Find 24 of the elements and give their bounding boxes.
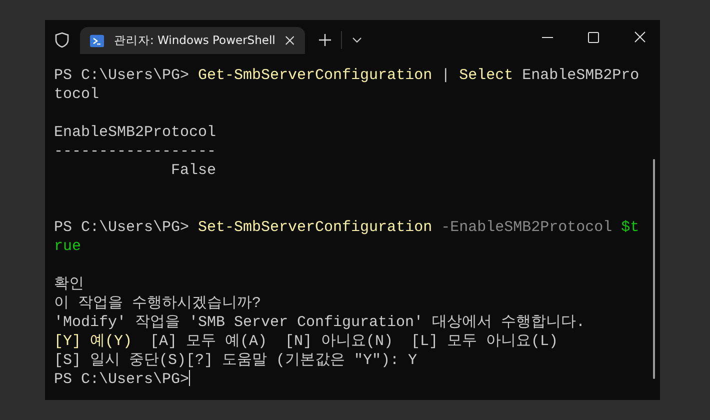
terminal-tab[interactable]: 관리자: Windows PowerShell — [80, 27, 305, 54]
maximize-icon[interactable] — [588, 32, 599, 42]
console-line: 이 작업을 수행하시겠습니까? — [54, 294, 262, 313]
console-line: 'Modify' 작업을 'SMB Server Configuration' 대상에서 수행합니다. — [54, 313, 586, 332]
close-icon[interactable] — [285, 35, 295, 46]
chevron-down-icon[interactable] — [352, 37, 362, 43]
console-line: EnableSMB2Protocol — [54, 123, 218, 142]
console-line: rue — [54, 237, 82, 256]
minimize-icon[interactable] — [542, 36, 553, 38]
console-line: PS C:\Users\PG> Set-SmbServerConfiguration -EnableSMB2Protocol $t — [54, 218, 640, 237]
console-line: ------------------ — [54, 142, 218, 161]
tab-title: 관리자: Windows PowerShell — [114, 33, 276, 48]
plus-icon[interactable] — [319, 34, 331, 46]
close-icon[interactable] — [634, 31, 646, 43]
console-line: PS C:\Users\PG> Get-SmbServerConfiguration | Select EnableSMB2Pro — [54, 66, 640, 85]
console-line: [Y] 예(Y) [A] 모두 예(A) [N] 아니요(N) [L] 모두 아니요(L) — [54, 332, 560, 351]
console-line: PS C:\Users\PG> — [54, 370, 192, 389]
console-line: 확인 — [54, 275, 85, 294]
shield-icon[interactable] — [55, 32, 69, 48]
powershell-icon — [90, 34, 104, 48]
console-line: tocol — [54, 85, 100, 104]
console-line: False — [170, 161, 218, 180]
scrollbar[interactable] — [653, 159, 655, 379]
console-line: [S] 일시 중단(S)[?] 도움말 (기본값은 "Y"): Y — [54, 351, 418, 370]
